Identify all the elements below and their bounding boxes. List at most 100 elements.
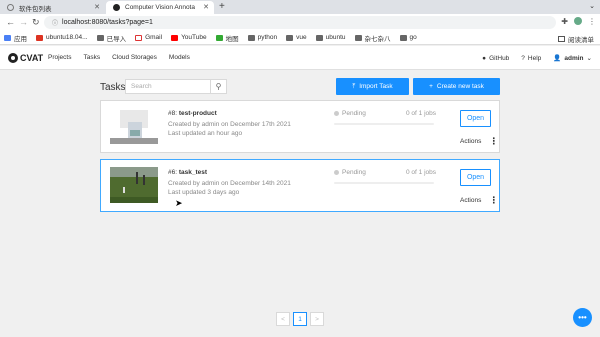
task-title: #6: task_test <box>168 169 207 176</box>
reading-list-icon <box>558 36 565 42</box>
bookmark-youtube[interactable]: YouTube <box>171 34 207 41</box>
folder-icon <box>247 34 255 41</box>
browser-tab-packages[interactable]: 软件包列表 ✕ <box>0 1 105 14</box>
bookmark-ubuntu1804[interactable]: ubuntu18.04... <box>36 34 88 41</box>
pagination: < 1 > <box>276 312 324 326</box>
bookmark-gmail[interactable]: Gmail <box>135 34 162 41</box>
bookmark-label: go <box>409 34 417 41</box>
help-link[interactable]: ? Help <box>521 55 541 62</box>
task-progress-bar <box>334 123 434 125</box>
new-tab-icon[interactable]: + <box>219 1 225 12</box>
task-name[interactable]: task_test <box>179 169 207 176</box>
app-header: CVAT Projects Tasks Cloud Storages Model… <box>0 46 600 70</box>
task-id: #6: <box>168 169 179 176</box>
maps-icon <box>215 34 223 41</box>
bookmark-imported[interactable]: 已导入 <box>96 33 126 43</box>
chat-icon[interactable]: ••• <box>573 308 592 327</box>
more-vertical-icon: ⋮ <box>489 136 499 146</box>
nav-tasks[interactable]: Tasks <box>83 54 100 61</box>
bookmark-vue[interactable]: vue <box>286 34 307 41</box>
reading-list-label: 阅读清单 <box>568 37 594 44</box>
folder-icon <box>354 34 362 41</box>
import-task-button[interactable]: ⤒ Import Task <box>336 78 409 95</box>
back-icon[interactable]: ← <box>6 17 15 27</box>
extension-icon[interactable]: ✚ <box>561 17 568 26</box>
window-controls-icon[interactable]: ⌄ <box>589 2 595 10</box>
ubuntu-icon <box>36 34 43 41</box>
bookmark-label: ubuntu18.04... <box>46 34 88 41</box>
address-bar-row: ← → ↻ ⓘ localhost:8080/tasks?page=1 ✚ ⋮ <box>0 14 600 31</box>
status-dot-icon <box>334 170 339 175</box>
bookmark-label: 杂七杂八 <box>364 35 391 43</box>
task-actions[interactable]: Actions ⋮ <box>460 196 498 205</box>
next-page-button[interactable]: > <box>310 312 324 326</box>
user-name: admin <box>564 54 584 62</box>
cvat-logo-icon <box>8 53 18 63</box>
create-task-button[interactable]: + Create new task <box>413 78 500 95</box>
status-dot-icon <box>334 111 339 116</box>
tasks-toolbar: Tasks Search ⚲ ⤒ Import Task + Create ne… <box>100 78 500 96</box>
user-menu[interactable]: 👤 admin ⌄ <box>553 54 592 63</box>
youtube-icon <box>171 34 179 41</box>
search-icon[interactable]: ⚲ <box>210 80 226 93</box>
open-task-button[interactable]: Open <box>460 169 491 186</box>
task-actions[interactable]: Actions ⋮ <box>460 137 498 146</box>
task-title: #8: test-product <box>168 110 217 117</box>
create-label: Create new task <box>436 83 484 90</box>
close-tab-icon[interactable]: ✕ <box>203 3 209 11</box>
reload-icon[interactable]: ↻ <box>32 17 40 28</box>
task-created: Created by admin on December 17th 2021 <box>168 121 291 128</box>
bookmark-misc[interactable]: 杂七杂八 <box>354 33 391 43</box>
tab-title: Computer Vision Annota <box>125 4 195 11</box>
prev-page-button[interactable]: < <box>276 312 290 326</box>
task-card: #8: test-product Created by admin on Dec… <box>100 100 500 153</box>
search-input[interactable]: Search ⚲ <box>125 79 227 94</box>
header-right: ● GitHub ? Help 👤 admin ⌄ <box>482 54 592 63</box>
task-name[interactable]: test-product <box>179 110 217 117</box>
menu-icon[interactable]: ⋮ <box>588 17 596 26</box>
task-updated: Last updated an hour ago <box>168 130 243 137</box>
nav-cloud-storages[interactable]: Cloud Storages <box>112 54 157 61</box>
folder-icon <box>96 34 104 41</box>
bookmark-ubuntu[interactable]: ubuntu <box>315 34 346 41</box>
info-icon: ⓘ <box>52 21 59 27</box>
bookmark-apps[interactable]: 应用 <box>4 33 27 43</box>
bookmarks-bar: 应用 ubuntu18.04... 已导入 Gmail YouTube 地图 p… <box>0 31 600 45</box>
bookmark-label: 应用 <box>14 35 27 43</box>
profile-icon[interactable] <box>574 17 582 25</box>
nav-projects[interactable]: Projects <box>48 54 71 61</box>
folder-icon <box>399 34 407 41</box>
task-created: Created by admin on December 14th 2021 <box>168 180 291 187</box>
cvat-logo[interactable]: CVAT <box>8 53 43 63</box>
bookmark-python[interactable]: python <box>247 34 277 41</box>
url-text: localhost:8080/tasks?page=1 <box>62 19 153 26</box>
import-label: Import Task <box>359 83 393 90</box>
chevron-down-icon: ⌄ <box>586 55 592 62</box>
logo-text: CVAT <box>20 53 44 63</box>
question-icon: ? <box>521 54 525 62</box>
more-vertical-icon: ⋮ <box>489 195 499 205</box>
bookmark-maps[interactable]: 地图 <box>215 33 239 43</box>
forward-icon[interactable]: → <box>19 17 28 27</box>
bookmark-label: vue <box>296 34 307 41</box>
page-title: Tasks <box>100 82 126 93</box>
page-1-button[interactable]: 1 <box>293 312 307 326</box>
browser-toolbar-icons: ✚ ⋮ <box>561 17 596 26</box>
browser-tab-cvat[interactable]: Computer Vision Annota ✕ <box>106 1 214 14</box>
tab-title: 软件包列表 <box>19 5 52 13</box>
actions-label: Actions <box>460 197 482 204</box>
bookmark-label: 地图 <box>225 35 239 43</box>
task-status: Pending <box>334 169 366 176</box>
reading-list[interactable]: 阅读清单 <box>558 34 594 44</box>
bookmark-go[interactable]: go <box>399 34 417 41</box>
url-field[interactable]: ⓘ localhost:8080/tasks?page=1 <box>44 16 556 29</box>
github-link[interactable]: ● GitHub <box>482 55 509 62</box>
open-task-button[interactable]: Open <box>460 110 491 127</box>
browser-tab-strip: 软件包列表 ✕ Computer Vision Annota ✕ + ⌄ <box>0 0 600 14</box>
task-updated: Last updated 3 days ago <box>168 189 240 196</box>
task-jobs: 0 of 1 jobs <box>406 110 436 117</box>
task-id: #8: <box>168 110 179 117</box>
actions-label: Actions <box>460 138 482 145</box>
nav-models[interactable]: Models <box>169 54 190 61</box>
close-tab-icon[interactable]: ✕ <box>94 3 100 11</box>
